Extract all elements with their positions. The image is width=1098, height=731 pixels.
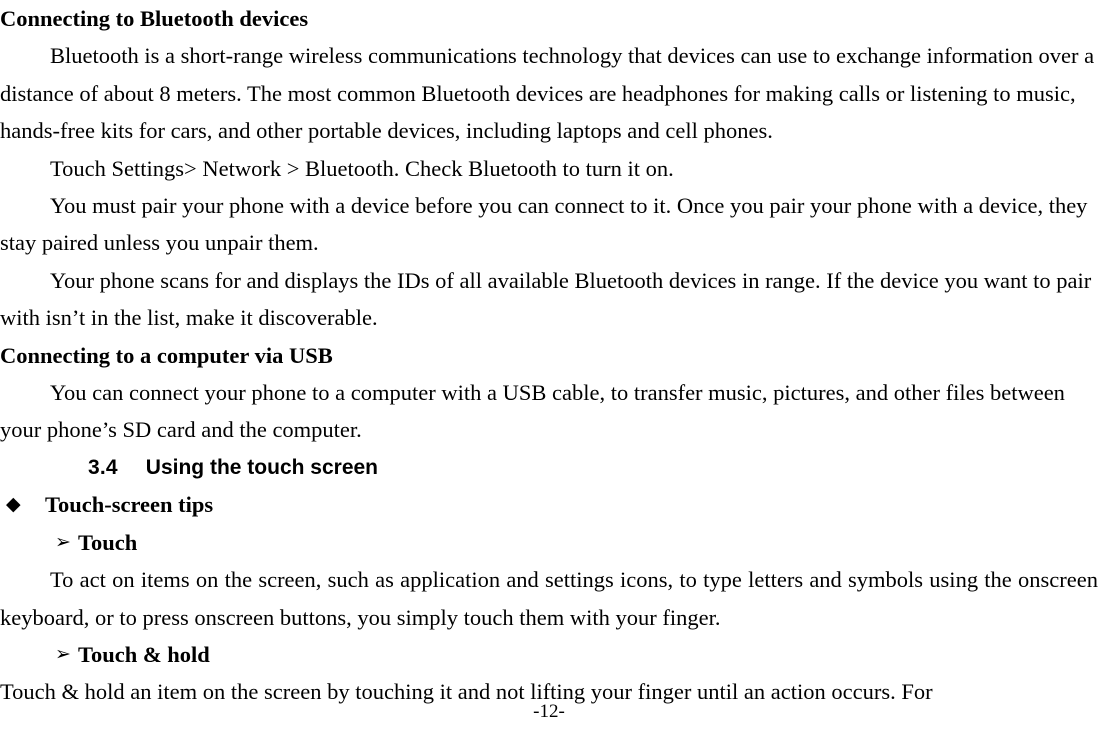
bullet-touch-screen-tips: ◆ Touch-screen tips [0, 486, 1098, 523]
paragraph-touch-description: To act on items on the screen, such as a… [0, 567, 1098, 630]
arrow-bullet-icon: ➢ [55, 530, 71, 553]
bullet-touch: ➢ Touch [0, 524, 1098, 561]
document-page: Connecting to Bluetooth devices Bluetoot… [0, 0, 1098, 731]
heading-connecting-to-bluetooth-devices: Connecting to Bluetooth devices [0, 6, 309, 31]
bullet-label-touch: Touch [78, 529, 138, 555]
paragraph-device-scanning: Your phone scans for and displays the ID… [0, 267, 1092, 331]
bullet-label-touch-and-hold: Touch & hold [78, 641, 210, 667]
section-number: 3.4 [88, 455, 118, 479]
paragraph-pairing-requirement: You must pair your phone with a device b… [0, 193, 1088, 256]
bullet-label-touch-screen-tips: Touch-screen tips [45, 492, 214, 518]
page-number: -12- [533, 701, 565, 722]
bullet-touch-and-hold: ➢ Touch & hold [0, 636, 1098, 673]
section-heading-3-4: 3.4 Using the touch screen [0, 449, 1098, 486]
section-title: Using the touch screen [145, 455, 379, 479]
diamond-bullet-icon: ◆ [6, 493, 21, 516]
paragraph-bluetooth-intro: Bluetooth is a short-range wireless comm… [0, 43, 1095, 144]
heading-connecting-to-a-computer-via-usb: Connecting to a computer via USB [0, 342, 333, 368]
paragraph-touch-settings-path: Touch Settings> Network > Bluetooth. Che… [50, 155, 674, 181]
document-body-column: Connecting to Bluetooth devices Bluetoot… [0, 0, 1098, 711]
paragraph-usb-transfer: You can connect your phone to a computer… [0, 380, 1065, 443]
arrow-bullet-icon: ➢ [55, 642, 71, 665]
